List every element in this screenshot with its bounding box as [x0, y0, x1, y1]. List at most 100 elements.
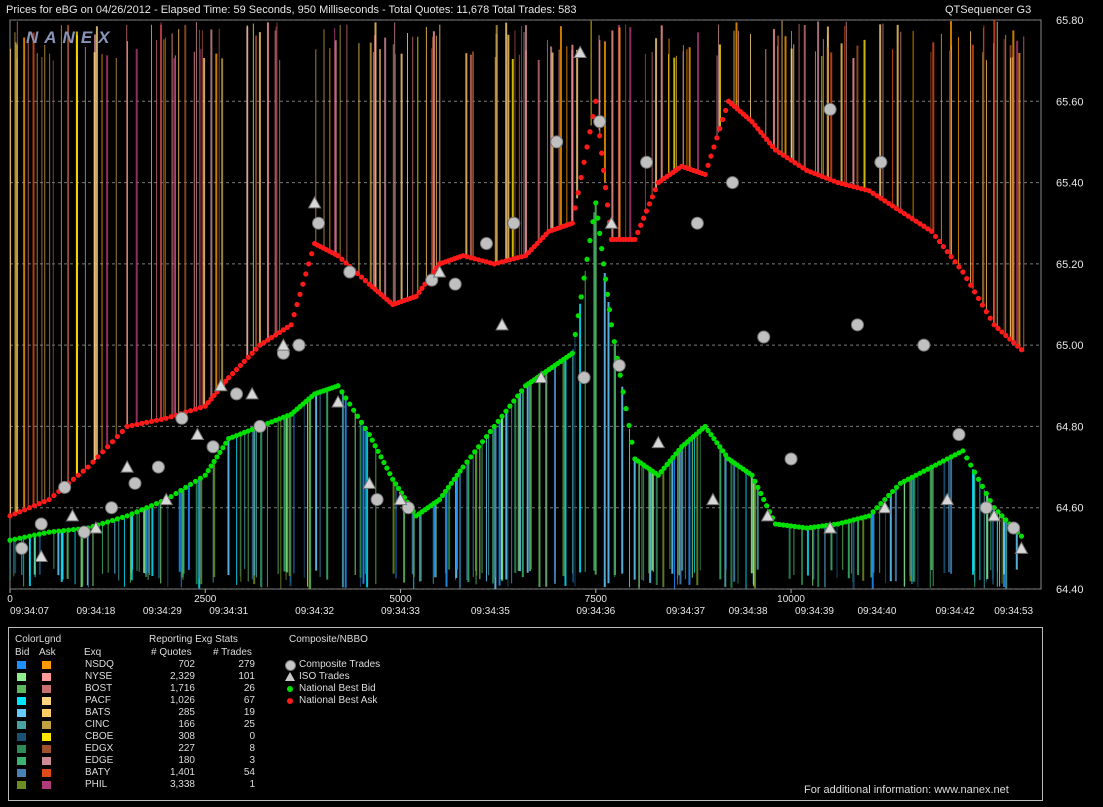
national-best-ask-point [587, 129, 593, 135]
national-best-ask-point [358, 274, 365, 280]
quotes-column-label: # Quotes [151, 647, 192, 658]
iso-trade-marker-icon [285, 672, 295, 681]
national-best-bid-point [61, 527, 67, 534]
exchange-quote-count: 180 [178, 755, 195, 766]
national-best-ask-point [95, 454, 101, 460]
national-best-bid-point [611, 338, 617, 345]
bid-column-label: Bid [15, 647, 30, 658]
national-best-ask-point [124, 423, 130, 430]
national-best-bid-point [572, 331, 578, 338]
national-best-bid-point [617, 372, 623, 378]
national-best-ask-point [119, 428, 125, 435]
exchange-trade-count: 26 [243, 683, 255, 694]
national-best-bid-point [36, 531, 42, 537]
national-best-bid-point [972, 469, 978, 475]
national-best-bid-point [866, 513, 872, 519]
national-best-bid-point [105, 519, 111, 525]
national-best-ask-point [940, 243, 946, 250]
exchange-name: PHIL [85, 779, 108, 790]
national-best-ask-point [134, 421, 140, 427]
national-best-bid-point [354, 413, 361, 419]
national-best-bid-point [183, 484, 189, 490]
national-best-bid-point [587, 237, 593, 244]
ask-color-swatch [42, 757, 51, 765]
national-best-bid-point [22, 534, 28, 540]
national-best-ask-point [968, 282, 974, 288]
national-best-ask-point [572, 205, 578, 211]
y-tick-label: 65.60 [1056, 96, 1084, 108]
national-best-bid-point [518, 388, 525, 394]
national-best-bid-point [369, 437, 375, 443]
national-best-ask-point [26, 505, 33, 511]
national-best-bid-point [584, 256, 590, 262]
national-best-bid-point [893, 484, 900, 490]
exchange-name: CINC [85, 719, 110, 730]
exchange-name: NYSE [85, 671, 113, 682]
composite-trade-point [230, 387, 244, 401]
time-label: 09:34:35 [471, 606, 510, 617]
bid-color-swatch [17, 673, 26, 681]
national-best-ask-point [632, 236, 638, 243]
national-best-bid-point [575, 313, 581, 319]
national-best-ask-point [1007, 336, 1013, 342]
time-label: 09:34:18 [76, 606, 115, 617]
bid-color-swatch [17, 697, 26, 705]
time-label: 09:34:07 [10, 606, 49, 617]
exchange-trade-count: 19 [243, 707, 255, 718]
composite-trade-point [784, 452, 798, 466]
composite-trade-point [448, 277, 462, 291]
national-best-ask-point [46, 496, 52, 503]
national-best-bid-point [758, 490, 764, 497]
national-best-bid-point [472, 449, 478, 455]
composite-trade-point [979, 501, 993, 515]
national-best-ask-point [578, 174, 584, 181]
national-best-ask-point [995, 325, 1001, 331]
stats-title: Reporting Exg Stats [149, 634, 238, 645]
national-best-ask-point [148, 418, 155, 424]
ask-color-swatch [42, 733, 51, 741]
national-best-bid-point [764, 503, 770, 509]
national-best-bid-point [70, 526, 77, 533]
price-chart: 65.80 65.60 65.40 65.20 65.00 64.80 64.60 64.40… [7, 15, 1084, 617]
national-best-ask-point [641, 215, 647, 221]
national-best-ask-point [7, 513, 13, 519]
national-best-bid-point [178, 487, 184, 494]
exchange-quote-count: 227 [178, 743, 195, 754]
composite-trade-point [823, 102, 837, 116]
bid-color-swatch [17, 733, 26, 741]
national-best-bid-point [608, 322, 615, 328]
national-best-ask-point [604, 202, 611, 208]
national-best-ask-point [602, 185, 609, 191]
national-best-bid-point [17, 535, 23, 541]
national-best-bid-point [205, 468, 211, 474]
exchange-trade-count: 101 [238, 671, 255, 682]
national-best-bid-point [599, 246, 605, 252]
national-best-bid-point [620, 389, 626, 395]
national-best-ask-point [300, 281, 306, 287]
national-best-ask-point [294, 301, 300, 308]
national-best-ask-point [100, 449, 106, 455]
nanex-watermark: NANEX [26, 28, 116, 47]
national-best-bid-point [114, 516, 120, 522]
national-best-bid-point [148, 503, 155, 509]
national-best-ask-point [643, 208, 650, 214]
ask-color-swatch [42, 769, 51, 777]
y-tick-label: 64.40 [1056, 584, 1084, 596]
national-best-bid-point [464, 459, 470, 465]
exchange-quote-count: 308 [178, 731, 195, 742]
national-best-bid-point [223, 440, 229, 446]
time-label: 09:34:32 [295, 606, 334, 617]
exchange-trade-count: 0 [249, 731, 255, 742]
national-best-ask-point [41, 499, 47, 505]
national-best-bid-point [629, 439, 635, 445]
composite-trade-point [253, 419, 267, 433]
bid-color-swatch [17, 745, 26, 753]
time-label: 09:34:42 [936, 606, 975, 617]
national-best-bid-point [460, 464, 466, 470]
national-best-ask-point [109, 439, 116, 445]
composite-trade-point [175, 411, 189, 425]
national-best-bid-point [487, 428, 493, 435]
composite-trade-point [757, 330, 771, 344]
exchange-name: BATY [85, 767, 111, 778]
national-best-ask-point [717, 126, 723, 132]
